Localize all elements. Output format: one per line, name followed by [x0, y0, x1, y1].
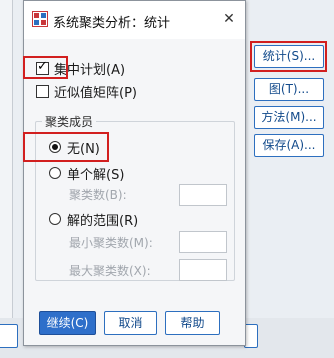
continue-button[interactable]: 继续(C) [39, 311, 96, 335]
dialog-title: 系统聚类分析：统计 [53, 16, 171, 31]
method-button[interactable]: 方法(M)... [254, 106, 324, 129]
agglomeration-schedule-box[interactable]: ✓ [36, 58, 49, 75]
background-left-panel [0, 0, 13, 358]
statistics-button[interactable]: 统计(S)... [254, 45, 324, 68]
min-clusters-input[interactable] [179, 231, 227, 253]
agglomeration-schedule-checkbox[interactable]: ✓ 集中计划(A) [36, 58, 126, 78]
checkmark-icon: ✓ [37, 58, 48, 74]
none-radio-button[interactable] [49, 141, 61, 153]
single-solution-radio-button[interactable] [49, 167, 61, 179]
statistics-dialog: 系统聚类分析：统计 ✕ ✓ 集中计划(A) 近似值矩阵(P) 聚类成员 无(N)… [23, 0, 246, 346]
app-icon [32, 11, 48, 27]
max-clusters-label: 最大聚类数(X): [69, 264, 151, 278]
none-radio[interactable]: 无(N) [49, 138, 100, 157]
plots-button[interactable]: 图(T)... [254, 78, 324, 101]
help-button[interactable]: 帮助 [165, 311, 220, 335]
range-of-solutions-radio-button[interactable] [49, 213, 61, 225]
single-solution-label: 单个解(S) [67, 167, 125, 183]
cluster-membership-title: 聚类成员 [42, 113, 97, 130]
proximity-matrix-label: 近似值矩阵(P) [54, 85, 137, 101]
close-icon[interactable]: ✕ [219, 9, 239, 29]
proximity-matrix-checkbox[interactable]: 近似值矩阵(P) [36, 82, 137, 101]
agglomeration-schedule-label: 集中计划(A) [54, 62, 126, 78]
save-button[interactable]: 保存(A)... [254, 134, 324, 157]
cluster-membership-group: 聚类成员 无(N) 单个解(S) 聚类数(B): 解的范围(R) 最小聚类数(M… [35, 113, 235, 281]
background-button-2 [244, 324, 258, 348]
none-radio-label: 无(N) [67, 141, 100, 157]
background-button-1 [0, 324, 18, 348]
min-clusters-label: 最小聚类数(M): [69, 236, 153, 250]
max-clusters-input[interactable] [179, 259, 227, 281]
range-of-solutions-radio[interactable]: 解的范围(R) [49, 210, 139, 229]
range-of-solutions-label: 解的范围(R) [67, 213, 139, 229]
num-clusters-input[interactable] [179, 184, 227, 206]
num-clusters-label: 聚类数(B): [69, 188, 127, 202]
single-solution-radio[interactable]: 单个解(S) [49, 164, 125, 183]
cancel-button[interactable]: 取消 [104, 311, 157, 335]
dialog-titlebar: 系统聚类分析：统计 ✕ [24, 1, 245, 39]
proximity-matrix-box[interactable] [36, 84, 49, 98]
